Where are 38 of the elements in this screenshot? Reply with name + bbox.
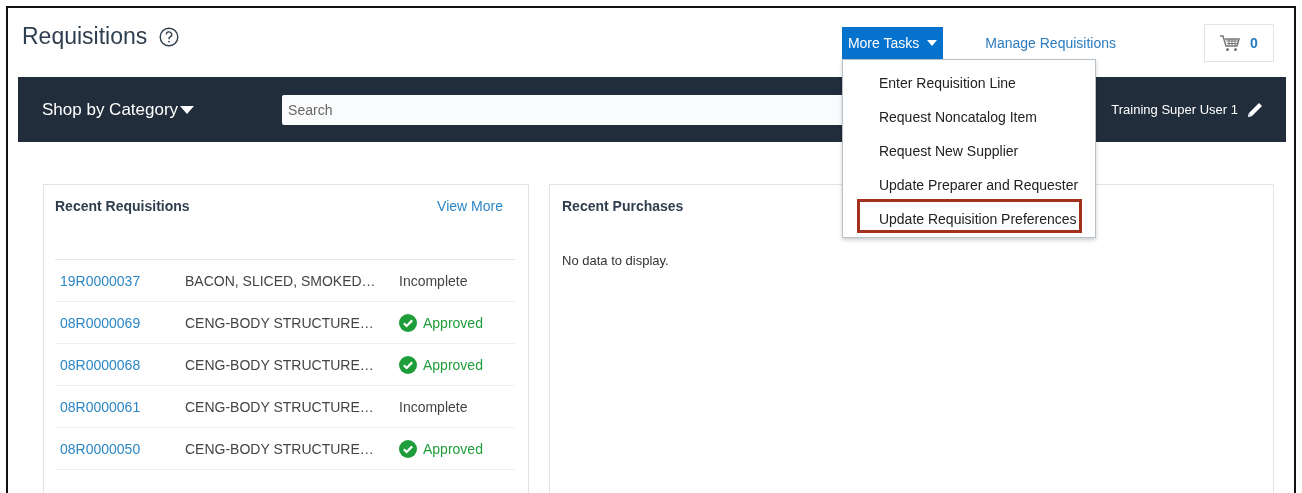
- requisition-number-link[interactable]: 08R0000050: [55, 440, 185, 457]
- requisition-description: CENG-BODY STRUCTURE…: [185, 398, 375, 415]
- requisition-description: CENG-BODY STRUCTURE…: [185, 440, 375, 457]
- card-title: Recent Purchases: [562, 198, 684, 214]
- caret-icon: [180, 105, 195, 114]
- pencil-icon[interactable]: [1246, 100, 1264, 119]
- menu-item[interactable]: Request Noncatalog Item: [856, 97, 1082, 131]
- status-text: Incomplete: [399, 272, 468, 289]
- check-circle-icon: [399, 439, 417, 458]
- shop-by-category-menu[interactable]: Shop by Category: [42, 99, 195, 120]
- requisition-description: BACON, SLICED, SMOKED…: [185, 272, 377, 289]
- status-text: Approved: [423, 440, 483, 457]
- more-tasks-button[interactable]: More Tasks: [841, 27, 944, 59]
- view-more-link[interactable]: View More: [437, 198, 503, 214]
- check-circle-icon: [399, 355, 417, 374]
- caret-icon: [927, 39, 938, 47]
- status-text: Approved: [423, 314, 483, 331]
- help-icon[interactable]: [159, 26, 180, 47]
- empty-message: No data to display.: [562, 253, 670, 268]
- cart-button[interactable]: 0: [1204, 24, 1274, 62]
- manage-requisitions-link[interactable]: Manage Requisitions: [985, 35, 1116, 51]
- user-name: Training Super User 1: [1111, 102, 1238, 117]
- requisition-number-link[interactable]: 08R0000061: [55, 398, 185, 415]
- status-text: Incomplete: [399, 398, 468, 415]
- menu-item[interactable]: Enter Requisition Line: [856, 63, 1082, 97]
- requisition-number-link[interactable]: 08R0000068: [55, 356, 185, 373]
- check-circle-icon: [399, 313, 417, 332]
- menu-item[interactable]: Update Requisition Preferences: [856, 199, 1082, 233]
- menu-item[interactable]: Request New Supplier: [856, 131, 1082, 165]
- requisition-description: CENG-BODY STRUCTURE…: [185, 356, 375, 373]
- requisition-number-link[interactable]: 08R0000069: [55, 314, 185, 331]
- status-text: Approved: [423, 356, 483, 373]
- cart-icon: [1220, 34, 1241, 52]
- requisition-description: CENG-BODY STRUCTURE…: [185, 314, 375, 331]
- requisition-number-link[interactable]: 19R0000037: [55, 272, 185, 289]
- card-title: Recent Requisitions: [55, 198, 190, 214]
- menu-item[interactable]: Update Preparer and Requester: [856, 165, 1082, 199]
- page-title: Requisitions: [22, 23, 148, 50]
